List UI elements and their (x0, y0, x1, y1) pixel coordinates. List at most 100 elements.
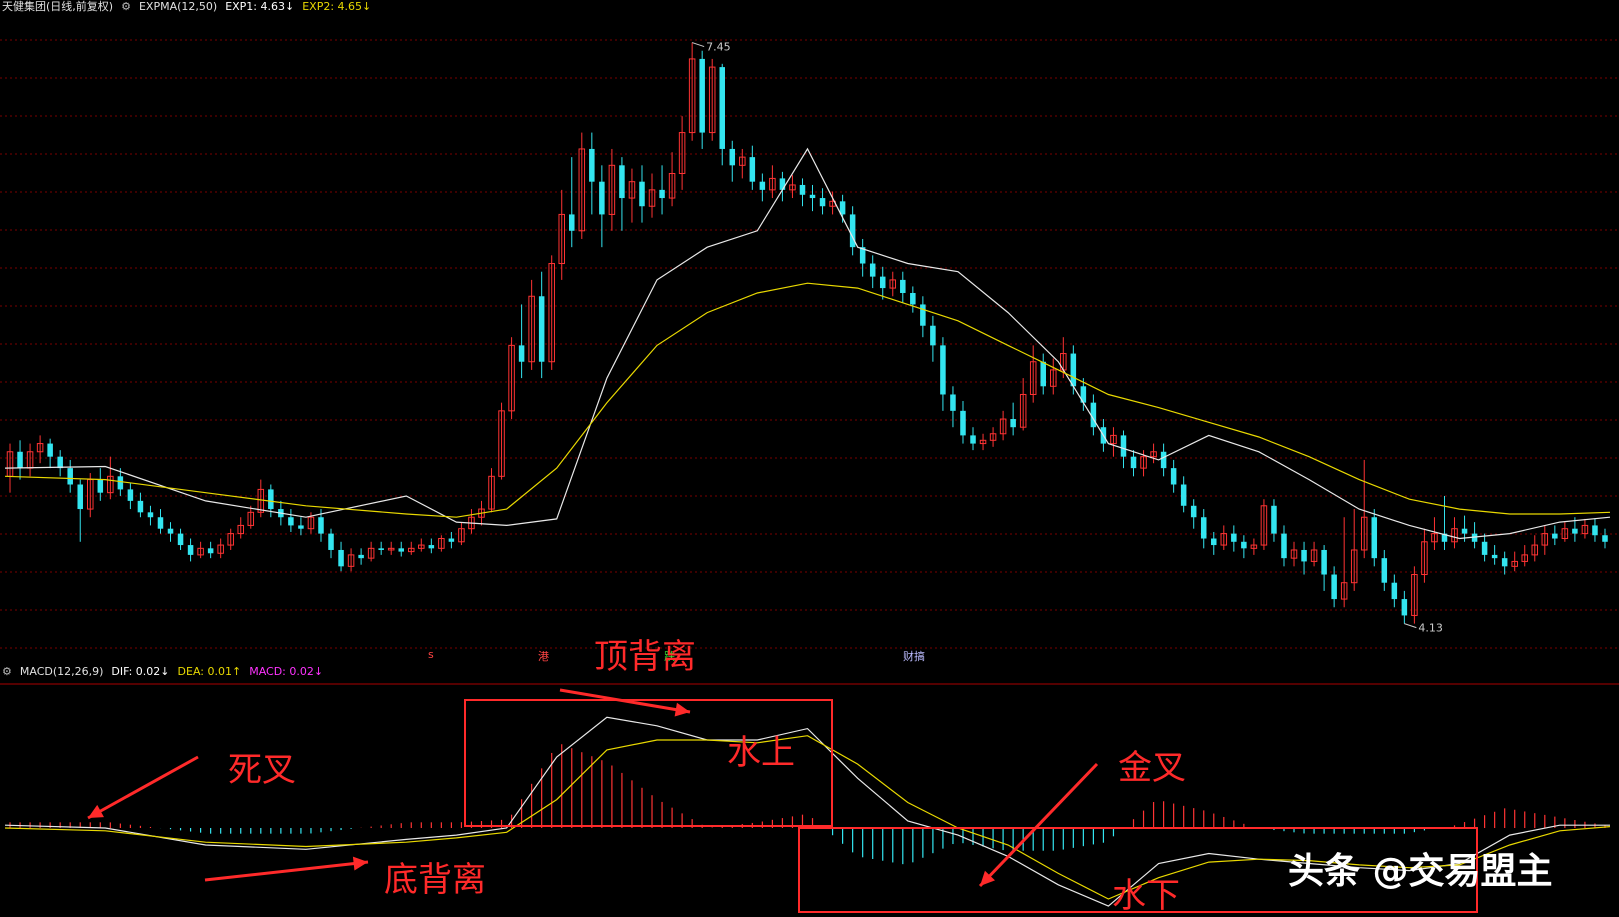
dea-label: DEA: 0.01↑ (177, 665, 242, 678)
candle-body (639, 181, 645, 207)
candle-body (930, 325, 936, 346)
candle-body (398, 548, 404, 552)
golden-cross-arrow-shaft (978, 762, 1099, 888)
candle-body (1301, 549, 1307, 562)
candle-body (1190, 505, 1197, 518)
candle-body (1321, 549, 1327, 575)
candle-body (1461, 528, 1468, 534)
candle-body (187, 545, 194, 555)
candle-body (1491, 554, 1498, 559)
candle-body (1231, 533, 1237, 542)
candle-body (1401, 599, 1408, 616)
annotation-above-water: 水上 (727, 733, 795, 773)
candle-body (67, 468, 73, 485)
candle-body (1391, 582, 1398, 600)
candle-body (569, 214, 575, 231)
candle-body (298, 525, 304, 529)
high-price-label: 7.45 (706, 41, 731, 54)
candle-body (137, 500, 144, 513)
candle-body (1070, 353, 1077, 387)
stock-chart: 7.45 4.13 天健集团(日线,前复权) ⚙ EXPMA(12,50) EXP1: … (0, 0, 1619, 917)
candle-body (1331, 574, 1337, 600)
settings-gear-icon[interactable]: ⚙ (121, 0, 131, 13)
candle-body (318, 517, 324, 534)
candle-body (77, 484, 83, 510)
candle-body (1271, 505, 1277, 534)
candle-body (869, 263, 876, 277)
candle-body (659, 189, 665, 199)
candle-body (1592, 525, 1598, 536)
candle-body (378, 548, 384, 550)
annotation-death-cross: 死叉 (228, 750, 296, 790)
candle-body (599, 181, 605, 215)
exp1-label: EXP1: 4.63↓ (225, 0, 295, 13)
candle-body (428, 545, 435, 549)
annotation-top-divergence: 顶背离 (594, 637, 696, 677)
candle-body (147, 512, 154, 518)
candle-body (940, 345, 946, 395)
candle-body (97, 479, 104, 493)
candle-body (157, 517, 164, 529)
candle-body (1200, 517, 1207, 539)
candle-body (900, 279, 906, 293)
candle-body (1572, 528, 1578, 534)
candle-body (950, 394, 956, 411)
candle-body (1130, 456, 1137, 469)
macd-indicator-label: MACD(12,26,9) (19, 665, 104, 678)
watermark: 头条 @交易盟主 (1288, 851, 1553, 892)
stock-title: 天健集团(日线,前复权) (2, 0, 114, 13)
candle-body (589, 148, 595, 182)
marker-finance[interactable]: 财搞 (903, 648, 925, 664)
candle-body (288, 517, 294, 526)
annotation-bottom-divergence: 底背离 (384, 860, 486, 900)
candle-body (1281, 533, 1287, 559)
candle-body (177, 533, 184, 546)
candle-body (879, 276, 886, 289)
candle-body (749, 157, 756, 182)
bottom-divergence-arrow-shaft (204, 860, 369, 882)
low-pointer (1404, 623, 1417, 629)
candle-body (1381, 558, 1388, 583)
death-cross-arrow-shaft (87, 755, 199, 820)
candle-body (268, 489, 274, 510)
candle-body (328, 533, 334, 550)
candle-body (117, 476, 124, 490)
annotation-below-water: 水下 (1112, 876, 1180, 916)
candle-body (1160, 451, 1167, 469)
candle-body (47, 443, 53, 457)
candle-body (809, 194, 816, 199)
high-pointer (691, 42, 705, 48)
candle-body (910, 292, 916, 305)
candle-body (1602, 535, 1608, 542)
main-header: 天健集团(日线,前复权) ⚙ EXPMA(12,50) EXP1: 4.63↓ EXP2… (2, 0, 379, 14)
low-price-label: 4.13 (1418, 622, 1443, 635)
exp2-label: EXP2: 4.65↓ (302, 0, 372, 13)
candle-body (799, 184, 806, 195)
settings-gear-icon[interactable]: ⚙ (2, 665, 12, 678)
candle-body (1120, 435, 1127, 457)
candle-body (518, 345, 525, 362)
candle-body (1241, 541, 1247, 549)
series-line-exp2 (4, 282, 1611, 518)
candle-body (538, 296, 545, 362)
macd-value-label: MACD: 0.02↓ (249, 665, 324, 678)
candle-body (920, 304, 926, 326)
candle-body (448, 538, 455, 542)
candle-body (759, 181, 766, 190)
marker-hk[interactable]: 港 (538, 648, 549, 664)
marker-s[interactable]: s (428, 648, 434, 661)
candle-body (17, 451, 23, 469)
candle-body (1481, 541, 1488, 555)
candle-body (779, 178, 786, 190)
candle-body (1552, 533, 1558, 539)
candle-body (970, 435, 976, 444)
candle-body (57, 456, 63, 469)
candle-body (819, 198, 826, 207)
candle-body (729, 148, 736, 166)
candle-body (1170, 468, 1177, 485)
candle-body (719, 67, 725, 149)
annotation-golden-cross: 金叉 (1118, 748, 1186, 788)
candle-body (699, 58, 705, 133)
dif-label: DIF: 0.02↓ (111, 665, 170, 678)
macd-header: ⚙ MACD(12,26,9) DIF: 0.02↓ DEA: 0.01↑ MACD: … (2, 665, 331, 678)
